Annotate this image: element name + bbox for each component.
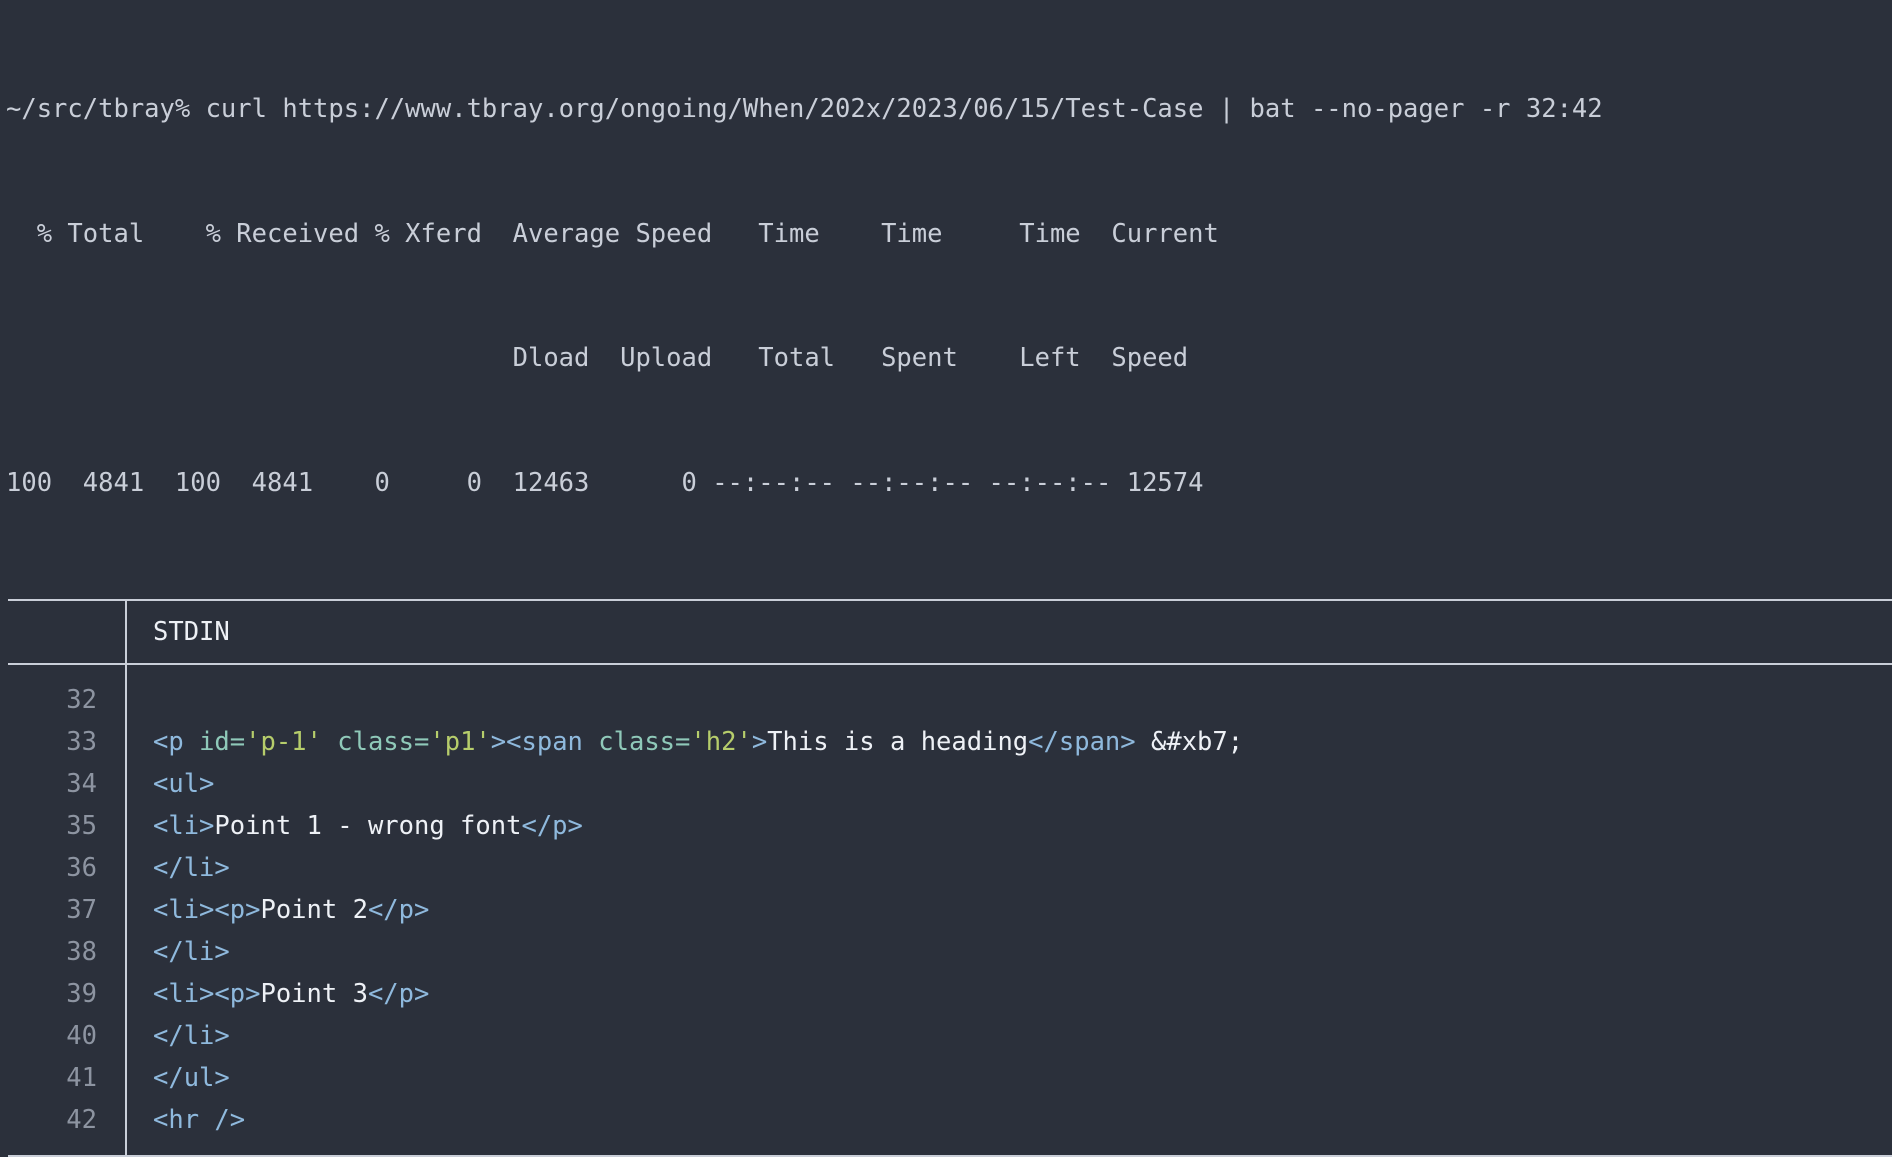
bat-line-content: <li>Point 1 - wrong font</p>: [127, 805, 1892, 847]
code-token-text: Point 1 - wrong font: [214, 811, 522, 841]
bat-code-line: 41 </ul>: [0, 1057, 1892, 1099]
bat-bottom-spacer-gutter: [0, 1141, 125, 1155]
curl-header-row-1: % Total % Received % Xferd Average Speed…: [6, 218, 1219, 249]
bat-bottom-spacer-code: [127, 1141, 1892, 1155]
code-token-tag: </li>: [153, 853, 230, 883]
bat-code-lines: 32 33 <p id='p-1' class='p1'><span class='…: [0, 679, 1892, 1141]
shell-output: ~/src/tbray% curl https://www.tbray.org/…: [0, 0, 1892, 587]
code-token-tag: </li>: [153, 1021, 230, 1051]
code-token-text: This is a heading: [767, 727, 1029, 757]
command-line[interactable]: ~/src/tbray% curl https://www.tbray.org/…: [0, 89, 1892, 131]
code-token-tag: </li>: [153, 937, 230, 967]
bat-code-line: 34 <ul>: [0, 763, 1892, 805]
code-token-tag: </p>: [367, 979, 430, 1009]
bat-line-number: 42: [66, 1105, 97, 1135]
bat-code-line: 39 <li><p>Point 3</p>: [0, 973, 1892, 1015]
code-token-tag: <ul>: [153, 769, 215, 799]
code-token-text: &#xb7;: [1135, 727, 1244, 757]
code-token-tag: </p>: [367, 895, 430, 925]
code-token-tag: </p>: [521, 811, 583, 841]
code-token-attr: id=: [199, 727, 246, 757]
bat-code-line: 32: [0, 679, 1892, 721]
bat-code-line: 38 </li>: [0, 931, 1892, 973]
bat-line-number: 33: [66, 727, 97, 757]
bat-header-gutter: [0, 601, 125, 663]
bat-line-number: 32: [66, 685, 97, 715]
code-token-tag: <li>: [153, 811, 215, 841]
bat-line-number: 38: [66, 937, 97, 967]
code-token-text: Point 2: [260, 895, 368, 925]
bat-code-line: 36 </li>: [0, 847, 1892, 889]
terminal-window[interactable]: ~/src/tbray% curl https://www.tbray.org/…: [0, 0, 1892, 1157]
code-token-tag: >: [751, 727, 768, 757]
code-token-tag: </ul>: [153, 1063, 230, 1093]
bat-line-number: 36: [66, 853, 97, 883]
bat-line-number: 35: [66, 811, 97, 841]
code-token-tag: ><span: [490, 727, 599, 757]
code-token-val: 'h2': [690, 727, 752, 757]
bat-code-line: 33 <p id='p-1' class='p1'><span class='h2…: [0, 721, 1892, 763]
bat-line-number: 41: [66, 1063, 97, 1093]
bat-code-line: 40 </li>: [0, 1015, 1892, 1057]
code-token-tag: <hr />: [153, 1105, 246, 1135]
code-token-text: Point 3: [260, 979, 368, 1009]
bat-line-content: <hr />: [127, 1099, 1892, 1141]
code-token-tag: <li><p>: [153, 979, 261, 1009]
curl-header-row-2: Dload Upload Total Spent Left Speed: [6, 343, 1189, 373]
bat-output: STDIN 32 33 <p id='p-1' class='p1'><span c…: [0, 599, 1892, 1157]
bat-line-content: </ul>: [127, 1057, 1892, 1099]
code-token-tag: <li><p>: [153, 895, 261, 925]
code-token-val: 'p-1': [245, 727, 322, 757]
bat-file-title: STDIN: [153, 617, 230, 647]
bat-line-content: <li><p>Point 3</p>: [127, 973, 1892, 1015]
code-token-attr: class=: [598, 727, 691, 757]
bat-bottom-spacer: [0, 1141, 1892, 1155]
bat-spacer-gutter: [0, 665, 125, 679]
bat-line-content: </li>: [127, 1015, 1892, 1057]
code-token-attr: class=: [337, 727, 430, 757]
bat-line-content: </li>: [127, 847, 1892, 889]
curl-stats-row: 100 4841 100 4841 0 0 12463 0 --:--:-- -…: [6, 467, 1204, 498]
bat-line-number: 40: [66, 1021, 97, 1051]
bat-line-number: 37: [66, 895, 97, 925]
bat-line-number: 34: [66, 769, 97, 799]
bat-line-content: <ul>: [127, 763, 1892, 805]
bat-code-line: 35 <li>Point 1 - wrong font</p>: [0, 805, 1892, 847]
bat-file-header: STDIN: [0, 601, 1892, 663]
code-token-tag: </span>: [1028, 727, 1136, 757]
bat-line-content: <li><p>Point 2</p>: [127, 889, 1892, 931]
bat-top-spacer: [0, 665, 1892, 679]
bat-line-content: </li>: [127, 931, 1892, 973]
bat-line-separator: [125, 679, 127, 721]
code-token-tag: <p: [153, 727, 200, 757]
bat-spacer-code: [127, 665, 1892, 679]
bat-line-content: <p id='p-1' class='p1'><span class='h2'>…: [127, 721, 1892, 763]
bat-line-number: 39: [66, 979, 97, 1009]
bat-code-line: 37 <li><p>Point 2</p>: [0, 889, 1892, 931]
code-token-tag: [322, 727, 337, 757]
code-token-val: 'p1': [429, 727, 491, 757]
bat-code-line: 42 <hr />: [0, 1099, 1892, 1141]
